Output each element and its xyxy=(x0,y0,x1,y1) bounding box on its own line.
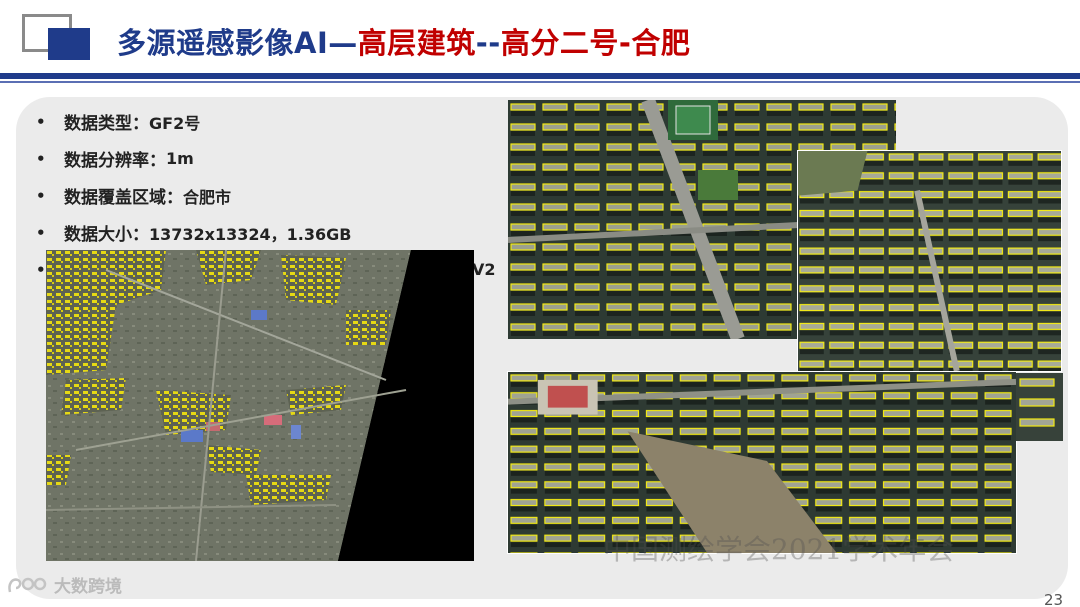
main-map-image xyxy=(46,250,474,561)
header-divider xyxy=(0,73,1080,79)
detail-image-small xyxy=(1016,373,1063,441)
coverage-value: 合肥市 xyxy=(183,187,232,207)
list-item-coverage: • 数据覆盖区域： 合肥市 xyxy=(36,177,496,214)
bullet-icon: • xyxy=(36,223,46,242)
list-item-resolution: • 数据分辨率： 1m xyxy=(36,140,496,177)
size-value: 13732x13324，1.36GB xyxy=(149,224,352,244)
bullet-icon: • xyxy=(36,112,46,131)
brand-logo-icon xyxy=(8,577,47,592)
title-segment-2: 高层建筑 xyxy=(357,26,476,60)
data-type-label: 数据类型： xyxy=(64,114,149,134)
list-item-data-type: • 数据类型： GF2号 xyxy=(36,103,496,140)
page-number: 23 xyxy=(1044,591,1064,607)
title-segment-4: 高分二号-合肥 xyxy=(500,26,691,60)
list-item-size: • 数据大小： 13732x13324，1.36GB xyxy=(36,214,496,251)
logo-filled-square xyxy=(48,28,90,60)
bullet-icon: • xyxy=(36,149,46,168)
resolution-value: 1m xyxy=(166,149,194,168)
brand-name: 大数跨境 xyxy=(54,577,122,597)
title-segment-1: 多源遥感影像AI— xyxy=(117,26,358,60)
conference-watermark: 中国测绘学会2021学术年会 xyxy=(603,533,955,566)
size-label: 数据大小： xyxy=(64,225,149,245)
header-divider-thin xyxy=(0,81,1080,83)
resolution-label: 数据分辨率： xyxy=(64,151,166,171)
bullet-icon: • xyxy=(36,186,46,205)
data-type-value: GF2号 xyxy=(149,113,201,133)
coverage-label: 数据覆盖区域： xyxy=(64,188,183,208)
slide-title: 多源遥感影像AI—高层建筑--高分二号-合肥 xyxy=(117,20,690,62)
detail-image-right xyxy=(797,150,1062,372)
title-segment-3: -- xyxy=(475,26,501,60)
partial-value: V2 xyxy=(472,260,496,279)
brand-watermark: 大数跨境 xyxy=(6,572,122,597)
detail-image-bottom xyxy=(507,371,1017,554)
